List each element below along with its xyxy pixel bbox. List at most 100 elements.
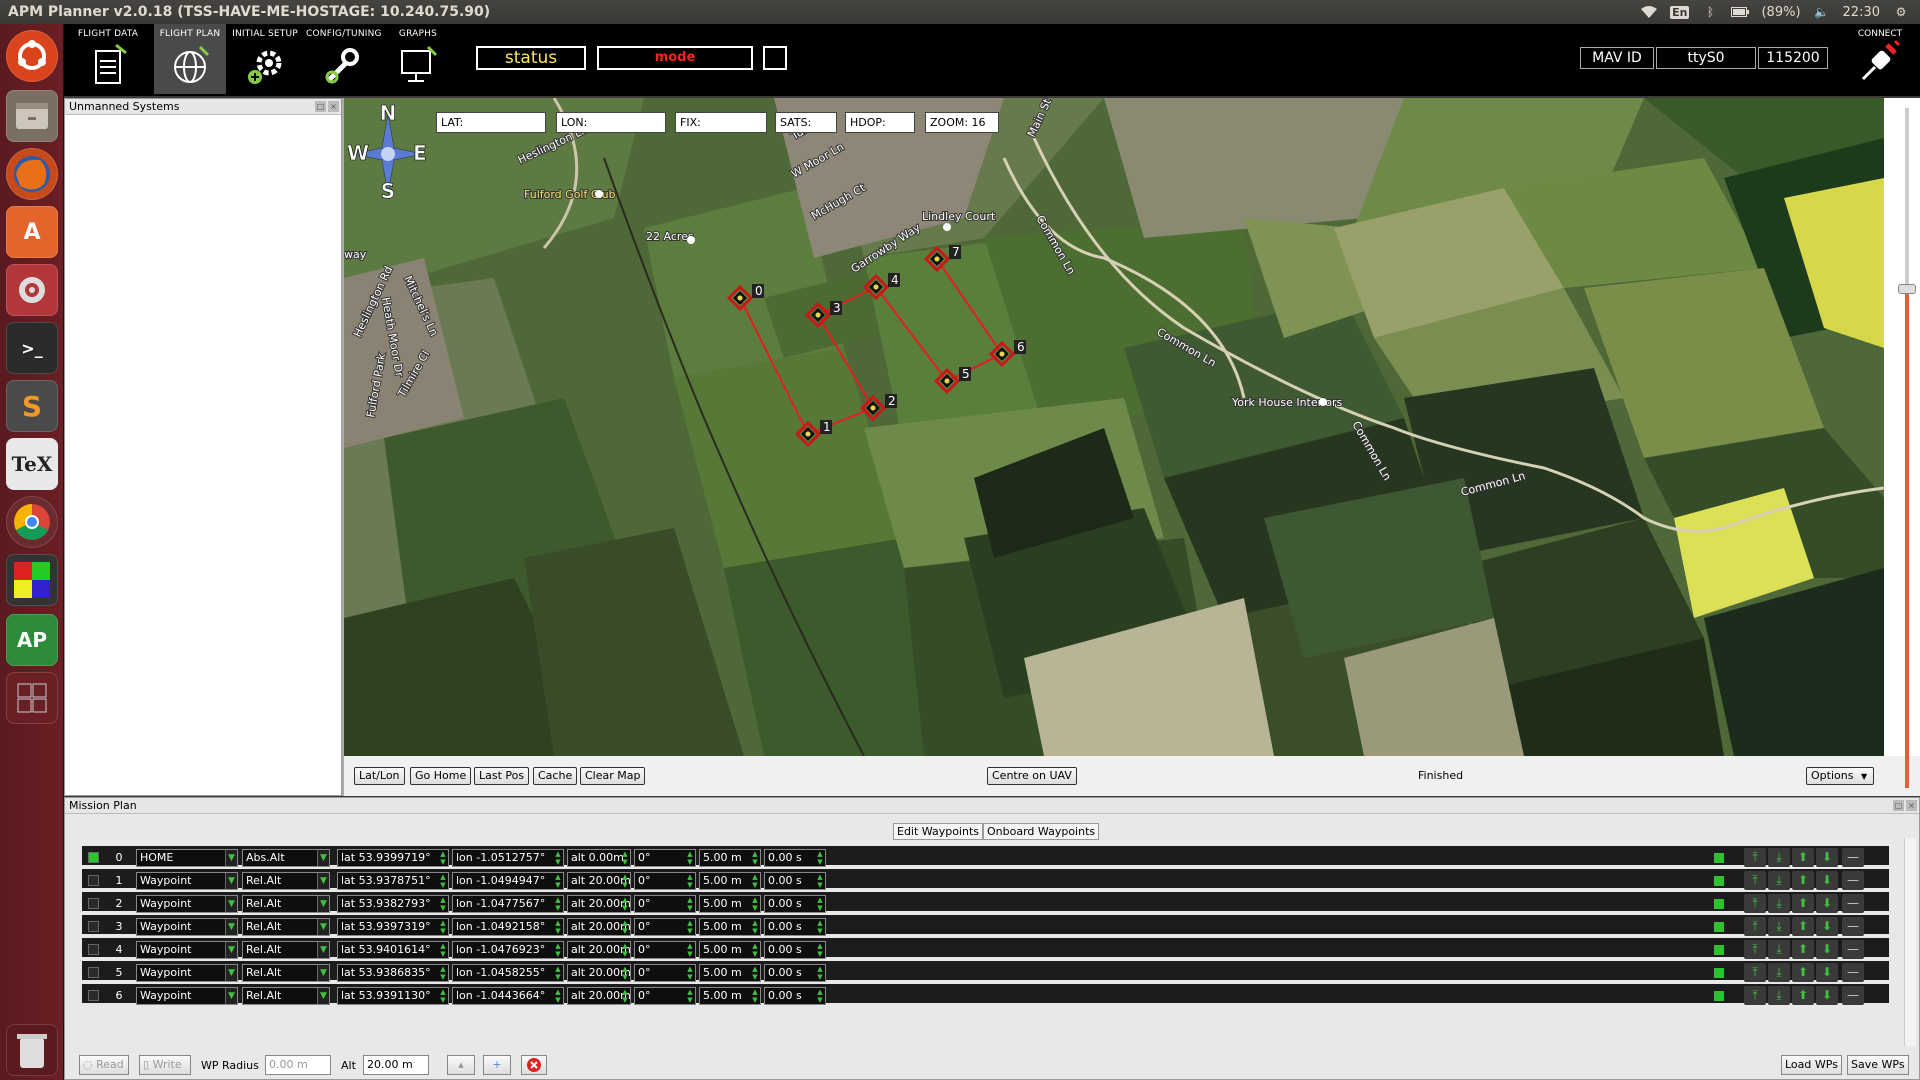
frame-select[interactable]: Rel.Alt ▼ [242, 872, 330, 890]
spin-arrows-icon[interactable]: ▲ ▼ [815, 873, 825, 889]
spin-arrows-icon[interactable]: ▲ ▼ [553, 988, 563, 1004]
chrome-icon[interactable] [6, 496, 58, 548]
delay-spinbox[interactable]: 0.00 s ▲ ▼ [764, 895, 826, 913]
move-down-icon[interactable]: ⬇ [1816, 894, 1838, 913]
latitude-spinbox[interactable]: lat 53.9401614° ▲ ▼ [337, 941, 449, 959]
frame-select[interactable]: Abs.Alt ▼ [242, 849, 330, 867]
spin-arrows-icon[interactable]: ▲ ▼ [620, 850, 630, 866]
altitude-spinbox[interactable]: alt 0.00m ▲ ▼ [567, 849, 631, 867]
latitude-spinbox[interactable]: lat 53.9397319° ▲ ▼ [337, 918, 449, 936]
command-select[interactable]: Waypoint ▼ [136, 987, 238, 1005]
waypoint-marker[interactable]: 3 [804, 301, 842, 329]
spin-arrows-icon[interactable]: ▲ ▼ [685, 896, 695, 912]
command-select[interactable]: Waypoint ▼ [136, 964, 238, 982]
move-top-icon[interactable]: ⤒ [1744, 871, 1766, 890]
system-settings-icon[interactable] [6, 264, 58, 316]
table-row[interactable]: 1 Waypoint ▼ Rel.Alt ▼ lat 53.9378751° ▲ ▼ lon -… [82, 869, 1889, 892]
spin-arrows-icon[interactable]: ▲ ▼ [620, 988, 630, 1004]
clear-map-button[interactable]: Clear Map [580, 767, 646, 785]
remove-icon[interactable]: — [1842, 963, 1864, 982]
spin-arrows-icon[interactable]: ▲ ▼ [815, 988, 825, 1004]
longitude-spinbox[interactable]: lon -1.0492158° ▲ ▼ [452, 918, 564, 936]
move-down-icon[interactable]: ⬇ [1816, 848, 1838, 867]
tab-onboard-waypoints[interactable]: Onboard Waypoints [983, 823, 1100, 840]
flight-data-button[interactable]: FLIGHT DATA [72, 24, 144, 94]
read-button[interactable]: ◌ Read [79, 1055, 129, 1075]
bluetooth-icon[interactable]: ᛒ [1701, 5, 1719, 19]
table-row[interactable]: 5 Waypoint ▼ Rel.Alt ▼ lat 53.9386835° ▲ ▼ lon -… [82, 961, 1889, 984]
latitude-spinbox[interactable]: lat 53.9382793° ▲ ▼ [337, 895, 449, 913]
centre-on-uav-button[interactable]: Centre on UAV [987, 767, 1077, 785]
move-top-icon[interactable]: ⤒ [1744, 894, 1766, 913]
move-top-icon[interactable]: ⤒ [1744, 940, 1766, 959]
terminal-icon[interactable]: >_ [6, 322, 58, 374]
radius-spinbox[interactable]: 5.00 m ▲ ▼ [699, 964, 761, 982]
row-checkbox[interactable] [88, 990, 99, 1001]
zoom-slider-handle[interactable] [1898, 284, 1916, 294]
software-center-icon[interactable]: A [6, 206, 58, 258]
spin-arrows-icon[interactable]: ▲ ▼ [815, 919, 825, 935]
tab-edit-waypoints[interactable]: Edit Waypoints [893, 823, 984, 840]
save-wps-button[interactable]: Save WPs [1847, 1055, 1909, 1075]
last-pos-button[interactable]: Last Pos [474, 767, 530, 785]
move-bottom-icon[interactable]: ⤓ [1768, 940, 1790, 959]
row-checkbox[interactable] [88, 967, 99, 978]
row-checkbox[interactable] [88, 898, 99, 909]
move-top-icon[interactable]: ⤒ [1744, 963, 1766, 982]
row-checkbox[interactable] [88, 944, 99, 955]
spin-arrows-icon[interactable]: ▲ ▼ [553, 965, 563, 981]
heading-spinbox[interactable]: 0° ▲ ▼ [634, 895, 696, 913]
longitude-spinbox[interactable]: lon -1.0477567° ▲ ▼ [452, 895, 564, 913]
move-up-icon[interactable]: ⬆ [1792, 871, 1814, 890]
move-top-icon[interactable]: ⤒ [1744, 917, 1766, 936]
move-up-icon[interactable]: ⬆ [1792, 986, 1814, 1005]
clock[interactable]: 22:30 [1843, 5, 1880, 20]
remove-icon[interactable]: — [1842, 894, 1864, 913]
spin-arrows-icon[interactable]: ▲ ▼ [685, 850, 695, 866]
command-select[interactable]: Waypoint ▼ [136, 872, 238, 890]
move-down-icon[interactable]: ⬇ [1816, 917, 1838, 936]
spin-arrows-icon[interactable]: ▲ ▼ [438, 965, 448, 981]
firefox-icon[interactable] [6, 148, 58, 200]
delay-spinbox[interactable]: 0.00 s ▲ ▼ [764, 872, 826, 890]
battery-icon[interactable] [1731, 5, 1750, 19]
heading-spinbox[interactable]: 0° ▲ ▼ [634, 918, 696, 936]
heading-spinbox[interactable]: 0° ▲ ▼ [634, 964, 696, 982]
spin-arrows-icon[interactable]: ▲ ▼ [620, 942, 630, 958]
move-up-icon[interactable]: ⬆ [1792, 963, 1814, 982]
altitude-spinbox[interactable]: alt 20.00m ▲ ▼ [567, 918, 631, 936]
waypoint-marker[interactable]: 5 [933, 367, 971, 395]
workspace-switcher-icon[interactable] [6, 672, 58, 724]
command-select[interactable]: HOME ▼ [136, 849, 238, 867]
table-row[interactable]: 0 HOME ▼ Abs.Alt ▼ lat 53.9399719° ▲ ▼ lon -1.05… [82, 846, 1889, 869]
upload-icon[interactable]: ▴ [447, 1055, 475, 1075]
spin-arrows-icon[interactable]: ▲ ▼ [815, 850, 825, 866]
spin-arrows-icon[interactable]: ▲ ▼ [620, 896, 630, 912]
volume-icon[interactable]: 🔈 [1813, 5, 1831, 19]
spin-arrows-icon[interactable]: ▲ ▼ [750, 965, 760, 981]
heading-spinbox[interactable]: 0° ▲ ▼ [634, 987, 696, 1005]
spin-arrows-icon[interactable]: ▲ ▼ [685, 942, 695, 958]
latitude-spinbox[interactable]: lat 53.9399719° ▲ ▼ [337, 849, 449, 867]
waypoint-scrollbar[interactable] [1904, 838, 1916, 1046]
radius-spinbox[interactable]: 5.00 m ▲ ▼ [699, 918, 761, 936]
delay-spinbox[interactable]: 0.00 s ▲ ▼ [764, 849, 826, 867]
go-home-button[interactable]: Go Home [410, 767, 472, 785]
row-checkbox[interactable] [88, 852, 99, 863]
mav-id-field[interactable]: MAV ID [1580, 47, 1654, 69]
radius-spinbox[interactable]: 5.00 m ▲ ▼ [699, 987, 761, 1005]
table-row[interactable]: 4 Waypoint ▼ Rel.Alt ▼ lat 53.9401614° ▲ ▼ lon -… [82, 938, 1889, 961]
float-icon[interactable]: □ [1893, 800, 1904, 811]
spin-arrows-icon[interactable]: ▲ ▼ [750, 873, 760, 889]
altitude-spinbox[interactable]: alt 20.00m ▲ ▼ [567, 895, 631, 913]
command-select[interactable]: Waypoint ▼ [136, 895, 238, 913]
latitude-spinbox[interactable]: lat 53.9391130° ▲ ▼ [337, 987, 449, 1005]
alt-input[interactable]: 20.00 m [363, 1055, 429, 1075]
apm-planner-icon[interactable]: AP [6, 614, 58, 666]
move-bottom-icon[interactable]: ⤓ [1768, 871, 1790, 890]
satellite-map[interactable]: Heslington Ln Fulford Golf Club 22 Acres… [344, 98, 1884, 756]
wp-radius-input[interactable]: 0.00 m [265, 1055, 331, 1075]
longitude-spinbox[interactable]: lon -1.0476923° ▲ ▼ [452, 941, 564, 959]
table-row[interactable]: 2 Waypoint ▼ Rel.Alt ▼ lat 53.9382793° ▲ ▼ lon -… [82, 892, 1889, 915]
delay-spinbox[interactable]: 0.00 s ▲ ▼ [764, 964, 826, 982]
